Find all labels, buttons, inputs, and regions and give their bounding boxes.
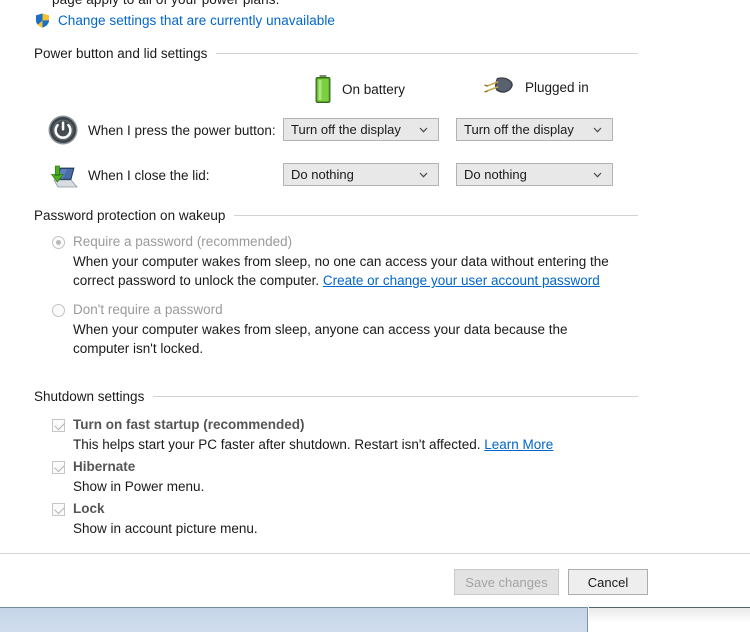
checkbox-option-fast-startup[interactable]: Turn on fast startup (recommended) This … (52, 417, 637, 454)
dropdown-close-lid-plugged-in[interactable]: Do nothing (456, 163, 613, 186)
save-changes-button[interactable]: Save changes (454, 569, 559, 595)
section-header-power-lid: Power button and lid settings (34, 46, 638, 61)
checkbox-lock[interactable] (52, 503, 65, 516)
checkbox-line[interactable]: Lock (52, 501, 637, 516)
checkbox-description-fast-startup: This helps start your PC faster after sh… (73, 435, 637, 454)
laptop-lid-icon (50, 165, 78, 188)
radio-button-no-password[interactable] (52, 304, 65, 317)
power-button-icon (48, 115, 78, 145)
change-settings-link[interactable]: Change settings that are currently unava… (58, 13, 335, 28)
checkbox-line[interactable]: Hibernate (52, 459, 637, 474)
column-label-on-battery: On battery (342, 81, 406, 97)
column-header-plugged-in: Plugged in (484, 74, 589, 100)
column-label-plugged-in: Plugged in (525, 79, 589, 95)
section-rule (216, 53, 638, 54)
section-header-shutdown: Shutdown settings (34, 389, 638, 404)
power-plug-icon (484, 77, 513, 93)
chevron-down-icon (593, 127, 602, 133)
checkbox-option-lock[interactable]: Lock Show in account picture menu. (52, 501, 637, 538)
shield-icon (34, 12, 51, 29)
radio-option-require-password[interactable]: Require a password (recommended) When yo… (52, 234, 637, 290)
change-settings-link-row[interactable]: Change settings that are currently unava… (34, 12, 335, 29)
radio-description-no-password: When your computer wakes from sleep, any… (73, 322, 568, 356)
radio-description-require-password: When your computer wakes from sleep, no … (73, 252, 625, 290)
setting-label-close-lid: When I close the lid: (88, 167, 210, 183)
section-title-password: Password protection on wakeup (34, 208, 226, 223)
checkbox-label-hibernate: Hibernate (73, 459, 136, 474)
radio-label-require-password: Require a password (recommended) (73, 234, 293, 249)
chevron-down-icon (419, 172, 428, 178)
section-title-shutdown: Shutdown settings (34, 389, 145, 404)
section-rule (153, 396, 638, 397)
background-window-strip-right (589, 607, 750, 632)
radio-line[interactable]: Don't require a password (52, 302, 637, 317)
create-change-password-link[interactable]: Create or change your user account passw… (323, 273, 600, 288)
dropdown-power-button-on-battery[interactable]: Turn off the display (283, 118, 439, 141)
dropdown-value: Do nothing (291, 167, 354, 182)
window-bottom-gap (0, 600, 750, 607)
checkbox-label-fast-startup: Turn on fast startup (recommended) (73, 417, 305, 432)
dropdown-value: Do nothing (464, 167, 527, 182)
checkbox-description-hibernate: Show in Power menu. (73, 479, 205, 494)
footer-separator (0, 553, 750, 554)
setting-label-power-button: When I press the power button: (88, 122, 276, 138)
radio-label-no-password: Don't require a password (73, 302, 223, 317)
checkbox-hibernate[interactable] (52, 461, 65, 474)
setting-row-close-lid: When I close the lid: (47, 158, 210, 192)
checkbox-fast-startup[interactable] (52, 419, 65, 432)
learn-more-link[interactable]: Learn More (484, 437, 553, 452)
column-header-on-battery: On battery (313, 74, 405, 104)
checkbox-option-hibernate[interactable]: Hibernate Show in Power menu. (52, 459, 637, 496)
background-window-strip-left (0, 607, 588, 632)
dropdown-power-button-plugged-in[interactable]: Turn off the display (456, 118, 613, 141)
radio-option-no-password[interactable]: Don't require a password When your compu… (52, 302, 637, 358)
description-text: This helps start your PC faster after sh… (73, 437, 485, 452)
checkbox-description-lock: Show in account picture menu. (73, 521, 258, 536)
dropdown-value: Turn off the display (464, 122, 574, 137)
chevron-down-icon (419, 127, 428, 133)
radio-button-require-password[interactable] (52, 236, 65, 249)
section-header-password: Password protection on wakeup (34, 208, 638, 223)
dropdown-value: Turn off the display (291, 122, 401, 137)
cancel-button[interactable]: Cancel (568, 569, 648, 595)
checkbox-line[interactable]: Turn on fast startup (recommended) (52, 417, 637, 432)
power-options-page: page apply to all of your power plans. C… (0, 0, 750, 632)
setting-row-power-button: When I press the power button: (47, 113, 276, 147)
radio-line[interactable]: Require a password (recommended) (52, 234, 637, 249)
section-title-power-lid: Power button and lid settings (34, 46, 208, 61)
dropdown-close-lid-on-battery[interactable]: Do nothing (283, 163, 439, 186)
checkbox-label-lock: Lock (73, 501, 105, 516)
section-rule (234, 215, 638, 216)
battery-icon (315, 75, 331, 103)
clipped-header-text: page apply to all of your power plans. (52, 0, 279, 7)
chevron-down-icon (593, 172, 602, 178)
